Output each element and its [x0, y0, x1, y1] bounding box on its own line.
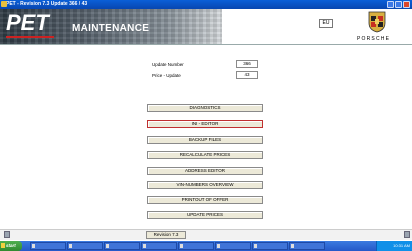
taskbar-item[interactable] — [215, 242, 251, 250]
diagnostics-button[interactable]: DIAGNOSTICS — [147, 104, 263, 112]
price-update-label: Price - Update — [152, 73, 181, 78]
update-number-field[interactable]: 366 — [236, 60, 258, 68]
banner-image: PET MAINTENANCE — [0, 9, 222, 44]
taskbar-item[interactable] — [67, 242, 103, 250]
logo-underline — [6, 36, 54, 38]
maximize-icon[interactable] — [395, 1, 402, 8]
vin-numbers-overview-button[interactable]: VIN-NUMBERS OVERVIEW — [147, 181, 263, 189]
header-banner: PET MAINTENANCE EU PORSCHE — [0, 9, 412, 44]
pet-logo: PET — [6, 10, 49, 35]
update-number-label: Update Number — [152, 62, 184, 67]
update-prices-button[interactable]: UPDATE PRICES — [147, 211, 263, 219]
language-selector[interactable]: EU — [319, 19, 333, 28]
close-icon[interactable] — [403, 1, 410, 8]
taskbar-item[interactable] — [104, 242, 140, 250]
start-button[interactable]: start — [0, 241, 22, 251]
address-editor-button[interactable]: ADDRESS EDITOR — [147, 167, 263, 175]
status-bar — [0, 229, 412, 240]
taskbar-item[interactable] — [178, 242, 214, 250]
brand-wordmark: PORSCHE — [357, 36, 391, 42]
app-icon — [1, 1, 7, 7]
taskbar-item[interactable] — [141, 242, 177, 250]
windows-logo-icon — [1, 243, 5, 248]
taskbar: start 10:31 AM — [0, 241, 412, 251]
system-tray: 10:31 AM — [376, 241, 412, 251]
clock: 10:31 AM — [393, 243, 410, 248]
info-icon[interactable] — [404, 231, 410, 238]
revision-button[interactable]: Revision 7.3 — [146, 231, 186, 239]
taskbar-item[interactable] — [289, 242, 325, 250]
recalculate-prices-button[interactable]: RECALCULATE PRICES — [147, 151, 263, 159]
start-label: start — [6, 243, 16, 248]
backup-files-button[interactable]: BACKUP FILES — [147, 136, 263, 144]
ini-editor-button[interactable]: INI - EDITOR — [147, 120, 263, 128]
header-divider — [0, 44, 412, 45]
price-update-field[interactable]: 43 — [236, 71, 258, 79]
taskbar-item[interactable] — [252, 242, 288, 250]
back-icon[interactable] — [4, 231, 10, 238]
window-titlebar[interactable]: PET - Revision 7.3 Update 366 / 43 — [0, 0, 412, 9]
porsche-crest-icon — [368, 11, 386, 33]
minimize-icon[interactable] — [387, 1, 394, 8]
printout-of-offer-button[interactable]: PRINTOUT OF OFFER — [147, 196, 263, 204]
taskbar-item[interactable] — [30, 242, 66, 250]
page-title: MAINTENANCE — [72, 23, 150, 34]
window-title: PET - Revision 7.3 Update 366 / 43 — [6, 1, 88, 7]
